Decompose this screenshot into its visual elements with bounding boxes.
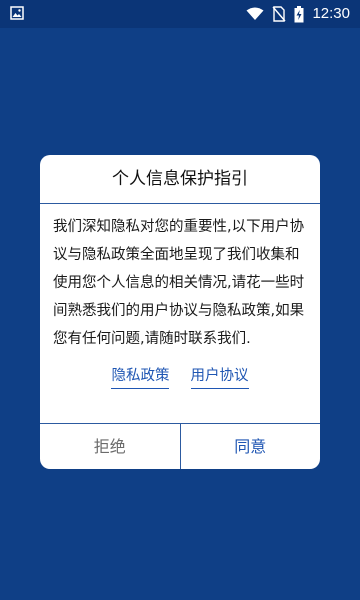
wifi-icon — [246, 7, 264, 21]
agree-button[interactable]: 同意 — [181, 424, 321, 469]
user-agreement-link[interactable]: 用户协议 — [190, 364, 249, 389]
image-icon — [10, 6, 24, 20]
reject-button[interactable]: 拒绝 — [40, 424, 180, 469]
battery-charging-icon — [294, 5, 304, 23]
status-bar: 12:30 — [0, 0, 360, 28]
dialog-title: 个人信息保护指引 — [112, 169, 248, 189]
no-sim-icon — [272, 6, 286, 22]
privacy-policy-link[interactable]: 隐私政策 — [111, 364, 170, 389]
policy-links: 隐私政策 用户协议 — [40, 364, 320, 389]
privacy-dialog: 个人信息保护指引 我们深知隐私对您的重要性,以下用户协议与隐私政策全面地呈现了我… — [40, 155, 320, 469]
status-time: 12:30 — [312, 5, 350, 22]
title-divider — [40, 203, 320, 204]
dialog-body-text: 我们深知隐私对您的重要性,以下用户协议与隐私政策全面地呈现了我们收集和使用您个人… — [53, 219, 305, 347]
dialog-button-row: 拒绝 同意 — [40, 424, 320, 469]
